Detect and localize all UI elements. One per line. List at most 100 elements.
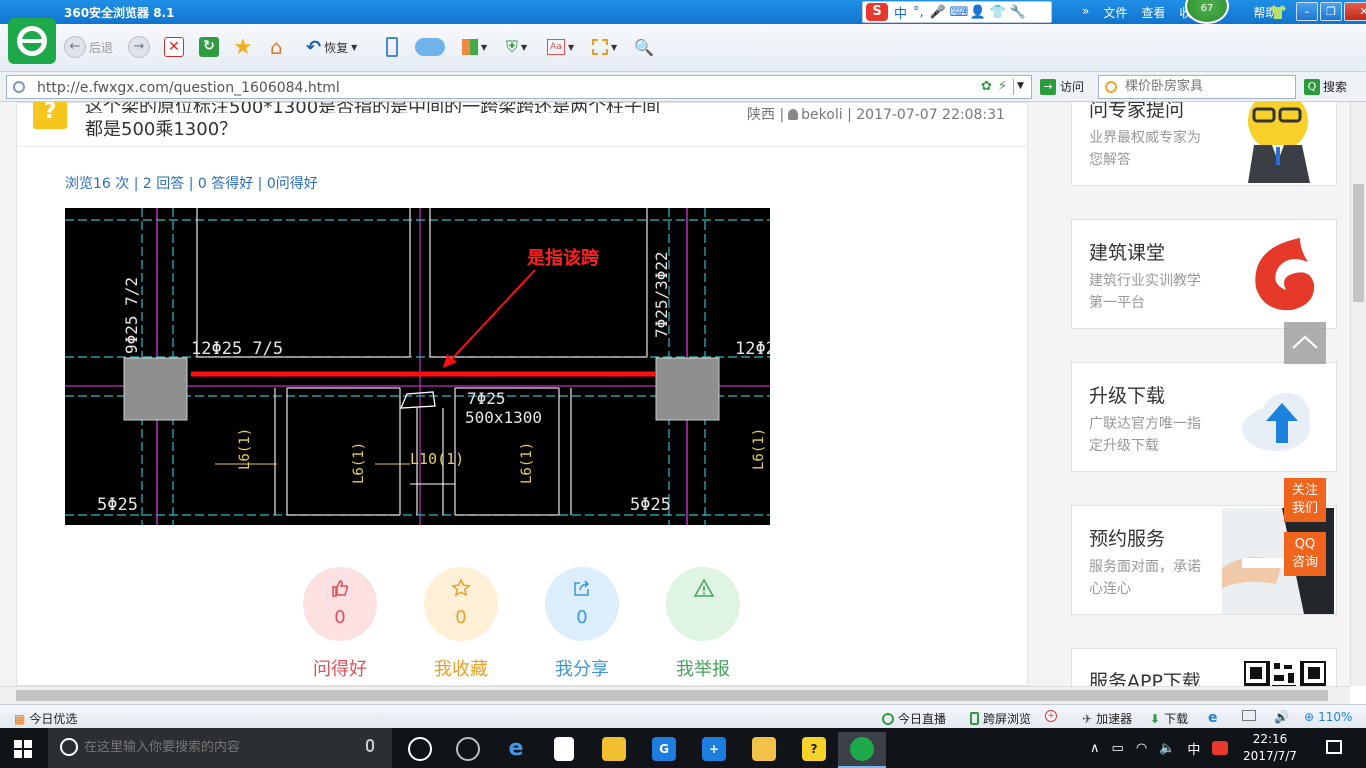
follow-us-button[interactable]: 关注我们 (1284, 478, 1326, 522)
zoom-button[interactable]: 🔍 (634, 34, 654, 60)
sidebar-card-download[interactable]: 升级下载 广联达官方唯一指定升级下载 (1071, 362, 1337, 472)
back-to-top-button[interactable] (1284, 322, 1326, 364)
punctuation-icon[interactable]: °, (913, 5, 924, 20)
sidebar-card-app[interactable]: 服务APP下载 (1071, 648, 1337, 686)
cross-screen-button[interactable]: 跨屏浏览 (970, 710, 1031, 727)
battery-icon[interactable]: ▭ (1112, 741, 1124, 756)
sogou-ime-toolbar[interactable]: S 中 °, 🎤 ⌨ 👤 👕 🔧 (862, 1, 1052, 23)
start-button[interactable] (14, 740, 32, 758)
back-button[interactable]: ← 后退 (64, 34, 113, 60)
menu-file[interactable]: 文件 (1103, 4, 1127, 21)
volume-icon[interactable]: 🔊 (1274, 710, 1289, 724)
microphone-icon[interactable] (366, 739, 374, 752)
close-button[interactable]: ✕ (1344, 2, 1366, 21)
tray-expand-icon[interactable]: ∧ (1090, 741, 1100, 756)
cortana-search[interactable] (48, 728, 392, 768)
wrench-icon[interactable]: 🔧 (1010, 5, 1026, 20)
minimize-button[interactable]: – (1296, 2, 1318, 21)
collect-button[interactable]: 0 我收藏 (424, 567, 498, 681)
share-bubble[interactable]: 0 (545, 567, 619, 641)
like-button[interactable]: 0 问得好 (303, 567, 377, 681)
ime-mode-label[interactable]: 中 (894, 3, 907, 22)
cloud-button[interactable] (415, 34, 445, 60)
window-title: 360安全浏览器 8.1 (64, 6, 175, 20)
keyboard-icon[interactable]: ⌨ (950, 5, 969, 20)
sidebar-card-classroom[interactable]: 建筑课堂 建筑行业实训教学第一平台 (1071, 219, 1337, 329)
taskbar-app-plus[interactable]: + (690, 732, 738, 768)
skin-icon[interactable]: 👕 (990, 5, 1006, 20)
menu-more-icon[interactable]: » (1082, 4, 1089, 21)
search-button[interactable]: Q 搜索 (1304, 78, 1347, 95)
ie-mode-icon[interactable]: e (1208, 710, 1218, 726)
speed-mode-icon[interactable]: ⚡ (998, 79, 1007, 95)
compat-mode-icon[interactable]: ✿ (981, 79, 992, 95)
taskbar-app-notes[interactable] (740, 732, 788, 768)
sidebar-card-expert[interactable]: 问专家提问 业界最权威专家为您解答 (1071, 102, 1337, 186)
taskbar-app-explorer[interactable] (590, 732, 638, 768)
sidebar-card-desc: 服务面对面，承诺心连心 (1089, 559, 1201, 597)
sidebar-card-title: 问专家提问 (1089, 102, 1185, 121)
today-live-button[interactable]: 今日直播 (882, 710, 946, 727)
url-input[interactable] (37, 79, 957, 96)
collect-bubble[interactable]: 0 (424, 567, 498, 641)
vertical-scrollbar[interactable] (1350, 102, 1366, 686)
home-button[interactable]: ⌂ (270, 34, 283, 60)
report-button[interactable]: 我举报 (666, 567, 740, 681)
translate-button[interactable]: Aa ▼ (547, 34, 574, 60)
browser-logo[interactable] (8, 18, 56, 64)
screenshot-button[interactable]: ▼ (592, 34, 617, 60)
url-dropdown-icon[interactable]: ▼ (1013, 79, 1027, 95)
sogou-tray-icon[interactable] (1212, 741, 1229, 755)
taskbar-app-store[interactable] (540, 732, 588, 768)
taskbar-app-help[interactable]: ? (790, 732, 838, 768)
today-picks-button[interactable]: ▦ 今日优选 (14, 710, 77, 727)
report-label[interactable]: 我举报 (656, 655, 750, 681)
zoom-control[interactable]: ⊕ 110% (1304, 710, 1352, 724)
accelerator-button[interactable]: ✈ 加速器 (1082, 710, 1132, 727)
taskbar-clock[interactable]: 22:16 2017/7/7 (1240, 731, 1300, 765)
skin-shirt-icon[interactable] (1268, 4, 1288, 20)
wifi-icon[interactable]: ◠ (1136, 741, 1147, 756)
restore-tab-button[interactable]: ↶ 恢复 ▼ (306, 34, 357, 60)
taskbar-search-input[interactable] (84, 740, 364, 755)
visit-button[interactable]: → 访问 (1040, 78, 1084, 95)
refresh-button[interactable]: ↻ (199, 34, 219, 60)
horizontal-scrollbar[interactable] (0, 686, 1350, 704)
ime-indicator[interactable]: 中 (1187, 739, 1200, 758)
zoom-level: 110% (1318, 710, 1353, 724)
share-button[interactable]: 0 我分享 (545, 567, 619, 681)
download-button[interactable]: ⬇ 下载 (1150, 710, 1188, 727)
like-label[interactable]: 问得好 (293, 655, 387, 681)
like-bubble[interactable]: 0 (303, 567, 377, 641)
stop-button[interactable]: ✕ (164, 34, 184, 60)
apps-button[interactable]: ▼ (462, 34, 487, 60)
question-stats[interactable]: 浏览16 次 | 2 回答 | 0 答得好 | 0问得好 (65, 173, 318, 193)
phone-button[interactable] (386, 34, 398, 60)
restore-button[interactable]: ❐ (1320, 2, 1342, 21)
menu-view[interactable]: 查看 (1141, 4, 1165, 21)
security-button[interactable]: ⛨ ▼ (506, 34, 527, 60)
taskbar-app-edge[interactable]: e (492, 732, 540, 768)
speaker-icon[interactable]: 🔈 (1159, 741, 1175, 756)
user-icon[interactable]: 👤 (970, 5, 986, 20)
horizontal-scroll-thumb[interactable] (16, 690, 1328, 701)
question-user[interactable]: bekoli (801, 107, 842, 123)
favorite-button[interactable]: ★ (233, 34, 253, 60)
search-input[interactable] (1125, 79, 1291, 94)
taskbar-app-360browser[interactable] (838, 732, 886, 768)
notification-center-icon[interactable] (1326, 740, 1342, 754)
report-bubble[interactable] (666, 567, 740, 641)
taskbar-app-glodon[interactable]: G (640, 732, 688, 768)
health-icon[interactable]: + (1045, 710, 1057, 722)
forward-button[interactable]: → (128, 34, 150, 60)
collect-label[interactable]: 我收藏 (414, 655, 508, 681)
taskbar-app-taskview[interactable] (396, 732, 444, 768)
vertical-scroll-thumb[interactable] (1353, 184, 1364, 302)
taskbar-app-spiral[interactable] (444, 732, 492, 768)
search-engine-icon[interactable] (1105, 81, 1117, 93)
share-label[interactable]: 我分享 (535, 655, 629, 681)
microphone-icon[interactable]: 🎤 (930, 5, 946, 20)
qq-consult-button[interactable]: QQ咨询 (1284, 532, 1326, 576)
window-switch-icon[interactable] (1242, 710, 1256, 721)
phone-icon (386, 37, 398, 57)
